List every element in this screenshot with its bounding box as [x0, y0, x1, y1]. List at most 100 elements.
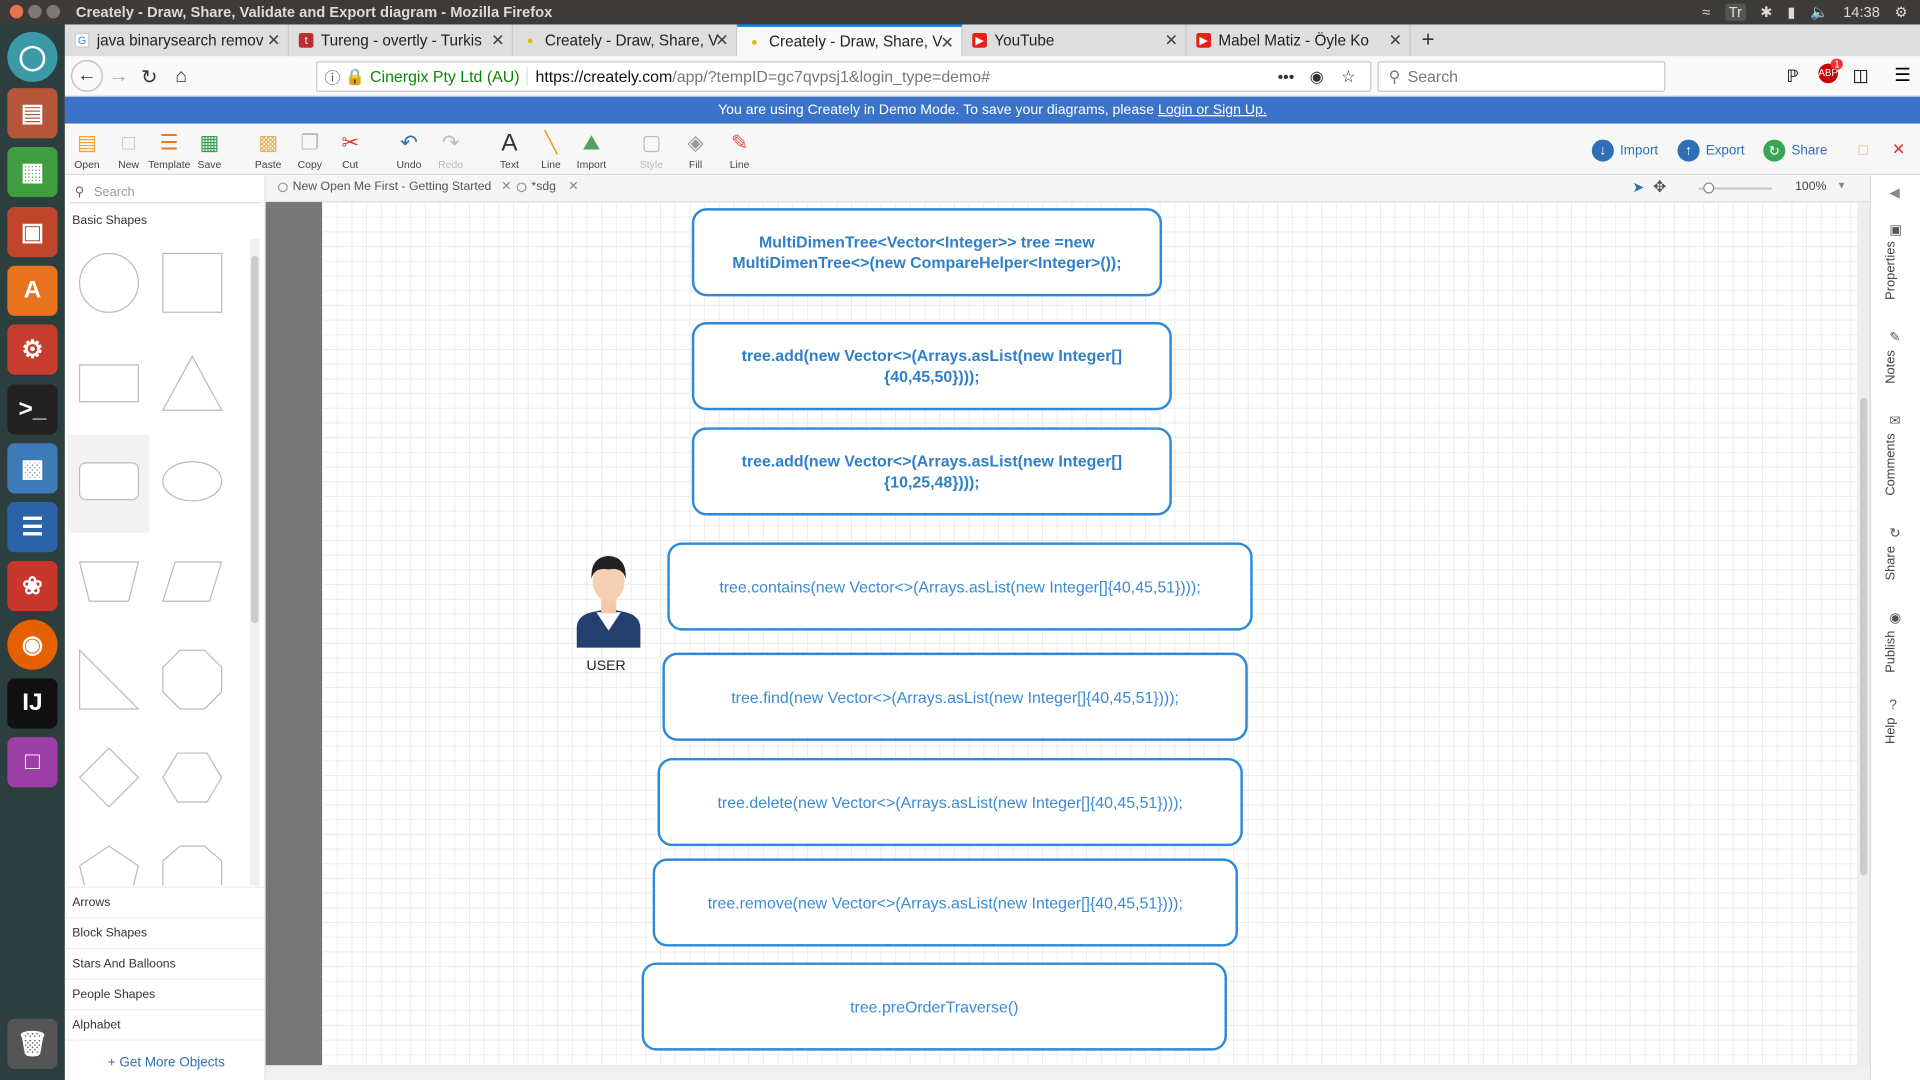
diagram-node-contains[interactable]: tree.contains(new Vector<>(Arrays.asList… — [667, 542, 1253, 631]
canvas-scroll-thumb[interactable] — [1860, 397, 1868, 876]
library-icon[interactable]: ℙ — [1787, 66, 1799, 87]
diagram-node-tree-init[interactable]: MultiDimenTree<Vector<Integer>> tree =ne… — [691, 208, 1163, 297]
trapezoid-shape[interactable] — [70, 542, 148, 620]
diagram-node-add-2[interactable]: tree.add(new Vector<>(Arrays.asList(new … — [691, 427, 1172, 516]
shape-search-input[interactable]: ⚲ Search — [69, 181, 261, 204]
publish-globe-icon[interactable]: ◉ — [1889, 610, 1901, 626]
site-identity[interactable]: Cinergix Pty Ltd (AU) — [370, 67, 529, 86]
doc-tab-close-icon[interactable]: ✕ — [568, 180, 578, 193]
zoom-slider[interactable] — [1698, 182, 1772, 194]
login-signup-link[interactable]: Login or Sign Up. — [1158, 103, 1267, 118]
share-icon[interactable]: ↻ — [1889, 525, 1900, 542]
share-tab[interactable]: Share — [1883, 546, 1898, 580]
diagram-node-find[interactable]: tree.find(new Vector<>(Arrays.asList(new… — [662, 652, 1248, 741]
properties-icon[interactable]: ▣ — [1889, 222, 1902, 238]
tab-close-icon[interactable]: ✕ — [267, 31, 280, 51]
battery-icon[interactable]: ▮ — [1787, 4, 1795, 21]
template-button[interactable]: ☰ Template — [148, 131, 190, 170]
pentagon-shape[interactable] — [70, 836, 148, 886]
writer-icon[interactable]: ☰ — [7, 502, 58, 553]
presentation-icon[interactable]: ▣ — [7, 206, 58, 258]
rectangle-shape[interactable] — [70, 344, 148, 422]
octagon-shape[interactable] — [153, 640, 231, 718]
save-button[interactable]: ▦ Save — [189, 131, 231, 170]
tab-java-binarysearch[interactable]: G java binarysearch remov ✕ — [65, 24, 289, 57]
hamburger-menu-icon[interactable]: ☰ — [1894, 64, 1910, 86]
tab-mabel-matiz[interactable]: ▶ Mabel Matiz - Öyle Ko ✕ — [1187, 24, 1411, 57]
open-button[interactable]: ▤ Open — [66, 131, 108, 170]
user-avatar-icon[interactable] — [574, 545, 643, 648]
get-more-objects-link[interactable]: + Get More Objects — [108, 1056, 225, 1071]
diagram-node-delete[interactable]: tree.delete(new Vector<>(Arrays.asList(n… — [657, 757, 1243, 847]
properties-tab[interactable]: Properties — [1883, 241, 1898, 300]
bluetooth-icon[interactable]: ✱ — [1760, 4, 1772, 21]
info-icon[interactable]: ⓘ — [324, 65, 340, 88]
tab-close-icon[interactable]: ✕ — [715, 31, 728, 51]
heptagon-shape[interactable] — [153, 836, 231, 886]
category-alphabet[interactable]: Alphabet — [72, 1019, 120, 1032]
export-button[interactable]: ↑ Export — [1677, 139, 1745, 162]
window-maximize-button[interactable] — [46, 4, 61, 19]
help-tab[interactable]: Help — [1883, 718, 1898, 744]
terminal-icon[interactable]: >_ — [7, 384, 58, 435]
diagram-node-remove[interactable]: tree.remove(new Vector<>(Arrays.asList(n… — [652, 858, 1238, 947]
chat-icon[interactable]: □ — [1859, 141, 1868, 158]
fill-button[interactable]: ◈ Fill — [675, 131, 717, 170]
diagram-page[interactable]: MultiDimenTree<Vector<Integer>> tree =ne… — [322, 202, 1858, 1066]
software-center-icon[interactable]: A — [7, 265, 58, 316]
document-viewer-icon[interactable]: ❀ — [7, 560, 58, 612]
tab-creately-1[interactable]: ● Creately - Draw, Share, V ✕ — [513, 24, 738, 57]
share-button[interactable]: ↻ Share — [1763, 139, 1827, 162]
text-tool-button[interactable]: A Text — [489, 129, 531, 170]
canvas-area[interactable]: MultiDimenTree<Vector<Integer>> tree =ne… — [265, 202, 1870, 1066]
copy-button[interactable]: ❐ Copy — [289, 131, 331, 170]
rounded-rectangle-shape[interactable] — [70, 442, 148, 520]
square-shape[interactable] — [153, 244, 231, 322]
triangle-shape[interactable] — [153, 344, 231, 422]
line-style-button[interactable]: ✎ Line — [719, 131, 761, 170]
category-people-shapes[interactable]: People Shapes — [72, 988, 155, 1001]
diamond-shape[interactable] — [70, 738, 148, 816]
zoom-level[interactable]: 100% — [1795, 180, 1826, 193]
tab-close-icon[interactable]: ✕ — [1165, 31, 1178, 51]
sidebar-icon[interactable]: ◫ — [1853, 65, 1869, 86]
import-image-button[interactable]: ⛰ Import — [571, 131, 613, 170]
line-tool-button[interactable]: ╲ Line — [530, 131, 572, 170]
volume-icon[interactable]: 🔈 — [1810, 4, 1828, 21]
reload-icon[interactable]: ↻ — [136, 64, 163, 91]
parallelogram-shape[interactable] — [153, 542, 231, 620]
wifi-icon[interactable]: ≈ — [1702, 4, 1710, 21]
comments-icon[interactable]: ✉ — [1889, 413, 1900, 429]
tab-close-icon[interactable]: ✕ — [1389, 31, 1402, 51]
redo-button[interactable]: ↷ Redo — [430, 131, 472, 170]
pocket-icon[interactable]: ◉ — [1310, 67, 1324, 87]
notes-tab[interactable]: Notes — [1883, 350, 1898, 384]
import-button[interactable]: ↓ Import — [1591, 139, 1658, 162]
paste-button[interactable]: ▩ Paste — [247, 131, 289, 170]
diagram-node-preorder[interactable]: tree.preOrderTraverse() — [641, 962, 1227, 1051]
spreadsheet-icon[interactable]: ▦ — [7, 146, 58, 198]
tab-close-icon[interactable]: ✕ — [941, 33, 954, 53]
tab-creately-active[interactable]: ● Creately - Draw, Share, V ✕ — [737, 24, 963, 57]
tab-close-icon[interactable]: ✕ — [491, 31, 504, 51]
back-arrow-icon[interactable]: ← — [71, 60, 103, 92]
hexagon-shape[interactable] — [153, 738, 231, 816]
keyboard-layout-indicator[interactable]: Tr — [1724, 3, 1746, 21]
new-tab-plus-icon[interactable]: + — [1422, 27, 1435, 53]
trash-icon[interactable]: 🗑 — [7, 1018, 58, 1069]
clock[interactable]: 14:38 — [1843, 4, 1880, 21]
category-arrows[interactable]: Arrows — [72, 896, 110, 909]
ubuntu-dash-icon[interactable]: ◯ — [7, 31, 58, 83]
tab-youtube[interactable]: ▶ YouTube ✕ — [962, 24, 1187, 57]
comments-tab[interactable]: Comments — [1883, 433, 1898, 495]
search-input[interactable]: ⚲ Search — [1377, 61, 1666, 92]
notes-icon[interactable]: ✎ — [1889, 329, 1900, 346]
category-block-shapes[interactable]: Block Shapes — [72, 927, 147, 940]
ellipse-shape[interactable] — [153, 442, 231, 520]
url-bar[interactable]: ⓘ 🔒 Cinergix Pty Ltd (AU) https://create… — [315, 61, 1372, 92]
pan-tool-icon[interactable]: ✥ — [1653, 178, 1666, 198]
zoom-slider-handle[interactable] — [1703, 182, 1715, 194]
doc-tab-sdg[interactable]: *sdg ✕ — [516, 180, 578, 193]
settings-icon[interactable]: ⚙ — [7, 324, 58, 375]
virtualbox-icon[interactable]: ▩ — [7, 443, 58, 494]
